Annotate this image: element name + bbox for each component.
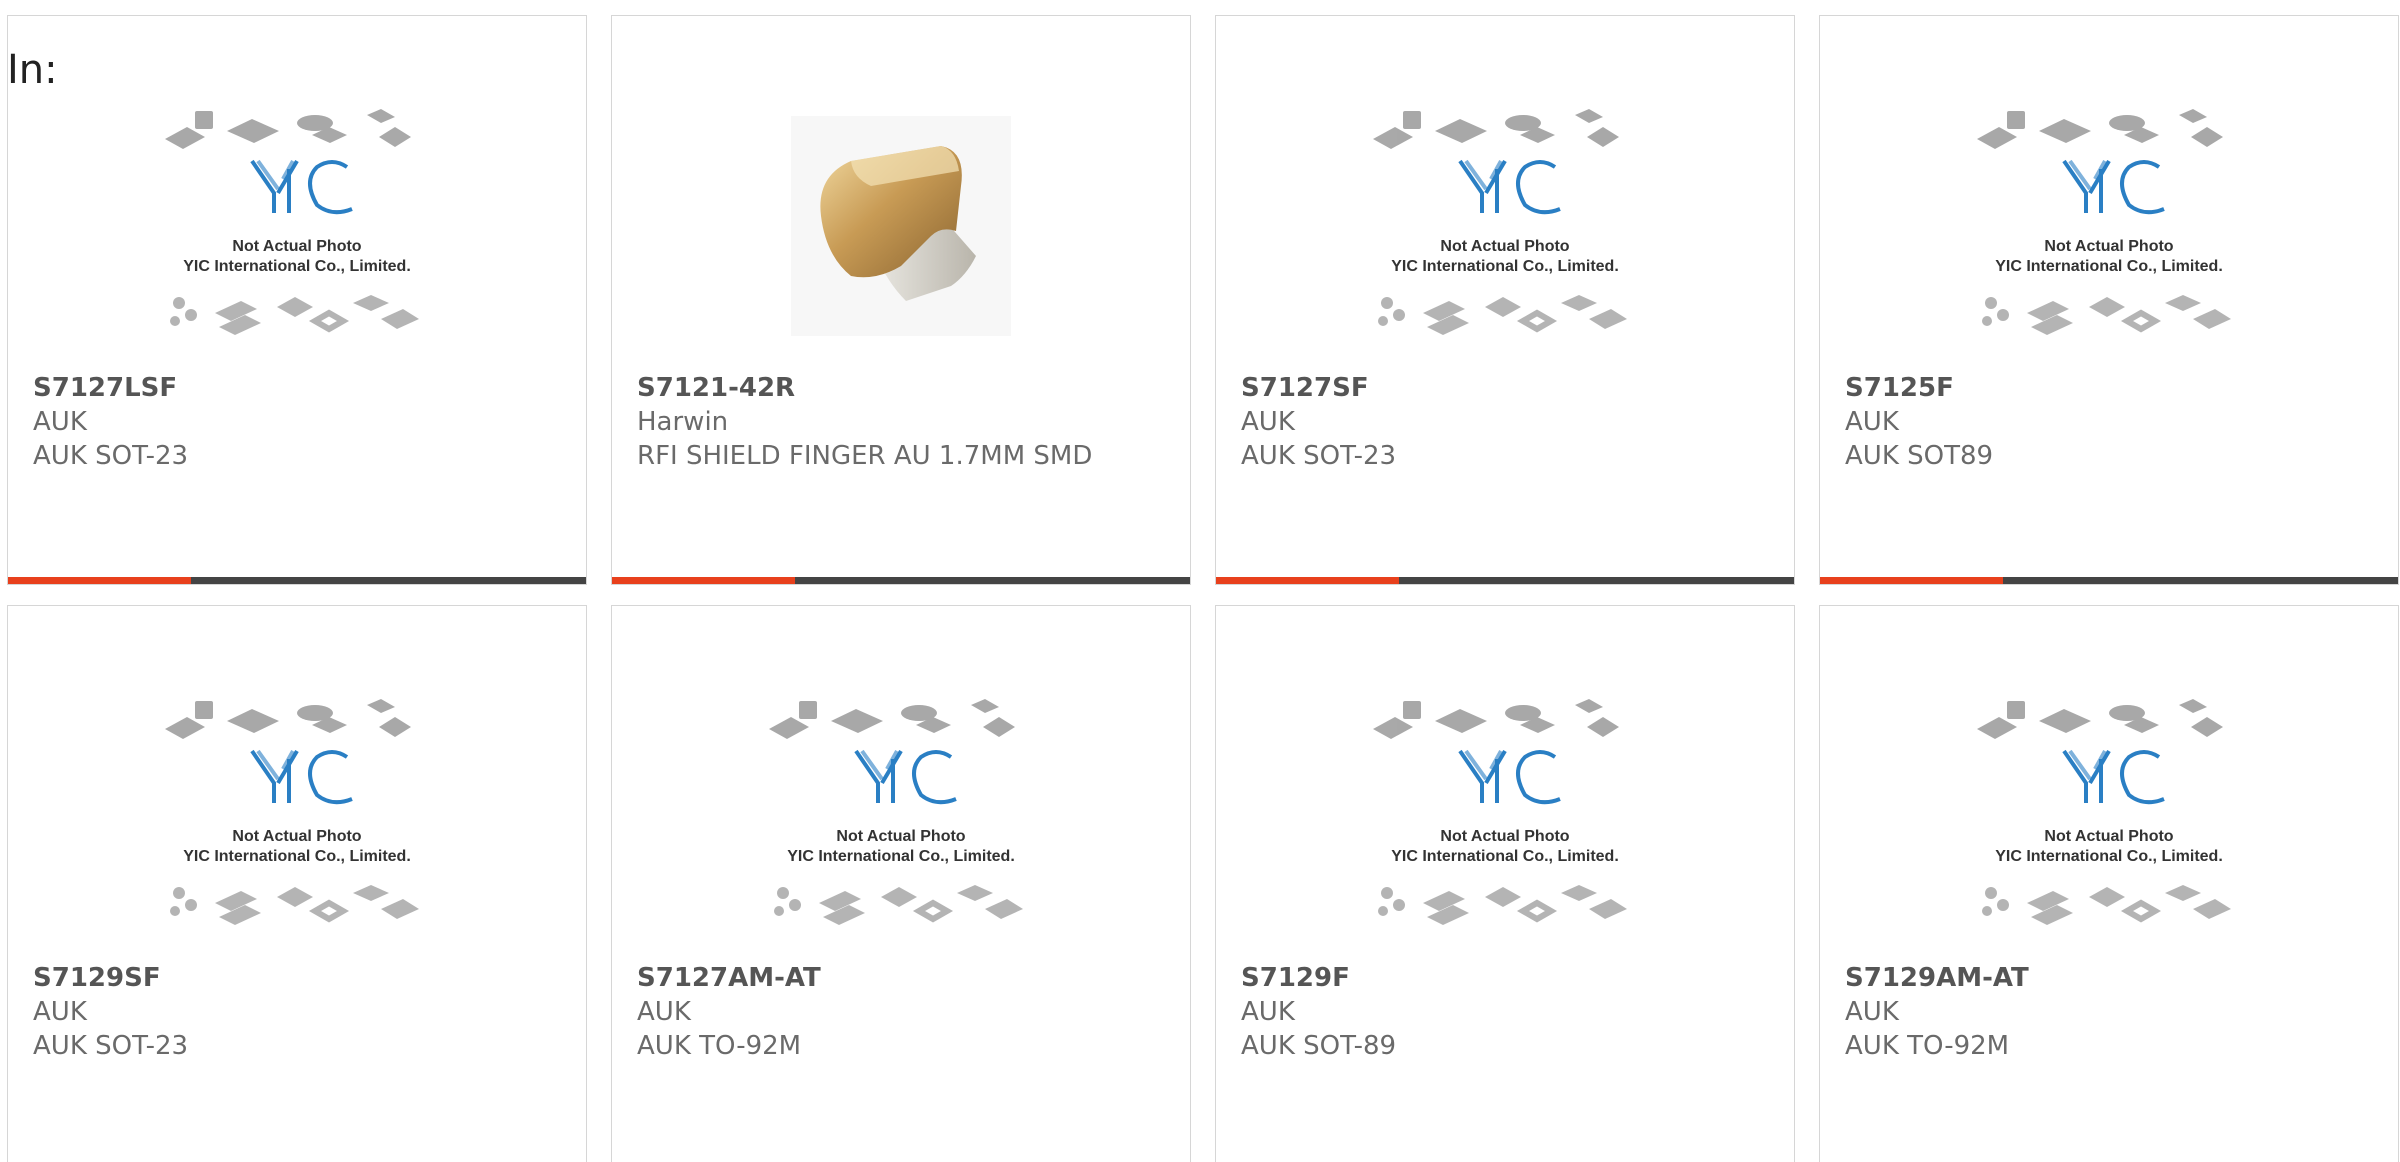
yic-logo-icon <box>250 159 353 215</box>
placeholder-caption: Not Actual Photo <box>1440 828 1569 845</box>
yic-placeholder-image: Not Actual Photo YIC International Co., … <box>165 109 419 335</box>
product-description: AUK SOT89 <box>1845 441 1994 471</box>
product-card[interactable]: Not Actual Photo YIC International Co., … <box>7 15 587 585</box>
card-accent-bar <box>1820 577 2003 584</box>
manufacturer-label: AUK <box>1845 407 1899 437</box>
product-description: AUK TO-92M <box>1845 1031 2010 1061</box>
product-info: S7127AM-AT AUK AUK TO-92M <box>637 961 1165 1063</box>
manufacturer-label: AUK <box>33 407 87 437</box>
placeholder-caption: YIC International Co., Limited. <box>183 848 411 865</box>
product-description: AUK SOT-23 <box>33 1031 189 1061</box>
manufacturer-label: AUK <box>33 997 87 1027</box>
product-description: AUK SOT-23 <box>33 441 189 471</box>
yic-placeholder-image: Not Actual Photo YIC International Co., … <box>769 699 1023 925</box>
yic-logo-icon <box>854 749 957 805</box>
search-prefix-label: In: <box>7 47 58 93</box>
product-thumbnail[interactable]: Not Actual Photo YIC International Co., … <box>8 86 586 366</box>
product-description: AUK SOT-89 <box>1241 1031 1397 1061</box>
product-thumbnail[interactable]: Not Actual Photo YIC International Co., … <box>1216 676 1794 956</box>
product-info: S7125F AUK AUK SOT89 <box>1845 371 2373 473</box>
card-bottom-bar <box>612 577 1190 584</box>
product-description: AUK TO-92M <box>637 1031 802 1061</box>
manufacturer-label: AUK <box>1241 407 1295 437</box>
product-card[interactable]: Not Actual Photo YIC International Co., … <box>1819 605 2399 1162</box>
product-info: S7129AM-AT AUK AUK TO-92M <box>1845 961 2373 1063</box>
yic-placeholder-image: Not Actual Photo YIC International Co., … <box>1373 699 1627 925</box>
placeholder-caption: Not Actual Photo <box>232 828 361 845</box>
manufacturer-label: AUK <box>1845 997 1899 1027</box>
part-number-link[interactable]: S7129AM-AT <box>1845 961 2373 995</box>
card-accent-bar <box>612 577 795 584</box>
manufacturer-label: AUK <box>1241 997 1295 1027</box>
product-card[interactable]: Not Actual Photo YIC International Co., … <box>611 605 1191 1162</box>
product-info: S7129F AUK AUK SOT-89 <box>1241 961 1769 1063</box>
placeholder-caption: Not Actual Photo <box>836 828 965 845</box>
manufacturer-label: AUK <box>637 997 691 1027</box>
product-grid-page: In: Not Actual Photo YIC International C… <box>0 0 2400 1162</box>
product-thumbnail[interactable]: Not Actual Photo YIC International Co., … <box>612 676 1190 956</box>
product-info: S7127SF AUK AUK SOT-23 <box>1241 371 1769 473</box>
card-accent-bar <box>8 577 191 584</box>
product-card[interactable]: Not Actual Photo YIC International Co., … <box>1819 15 2399 585</box>
part-number-link[interactable]: S7129F <box>1241 961 1769 995</box>
yic-placeholder-image: Not Actual Photo YIC International Co., … <box>1977 699 2231 925</box>
part-number-link[interactable]: S7125F <box>1845 371 2373 405</box>
yic-placeholder-image: Not Actual Photo YIC International Co., … <box>1373 109 1627 335</box>
placeholder-caption: Not Actual Photo <box>232 238 361 255</box>
placeholder-caption: Not Actual Photo <box>1440 238 1569 255</box>
yic-logo-icon <box>1458 749 1561 805</box>
card-bottom-bar <box>1216 577 1794 584</box>
yic-placeholder-image: Not Actual Photo YIC International Co., … <box>165 699 419 925</box>
placeholder-caption: YIC International Co., Limited. <box>1391 258 1619 275</box>
placeholder-caption: YIC International Co., Limited. <box>1995 848 2223 865</box>
product-info: S7121-42R Harwin RFI SHIELD FINGER AU 1.7M… <box>637 371 1165 473</box>
placeholder-caption: Not Actual Photo <box>2044 828 2173 845</box>
product-info: S7127LSF AUK AUK SOT-23 <box>33 371 561 473</box>
placeholder-caption: YIC International Co., Limited. <box>183 258 411 275</box>
product-thumbnail[interactable]: Not Actual Photo YIC International Co., … <box>1820 676 2398 956</box>
part-number-link[interactable]: S7129SF <box>33 961 561 995</box>
product-description: AUK SOT-23 <box>1241 441 1397 471</box>
yic-logo-icon <box>1458 159 1561 215</box>
product-info: S7129SF AUK AUK SOT-23 <box>33 961 561 1063</box>
yic-logo-icon <box>2062 749 2165 805</box>
card-accent-bar <box>1216 577 1399 584</box>
shield-finger-image <box>791 116 1011 336</box>
yic-placeholder-image: Not Actual Photo YIC International Co., … <box>1977 109 2231 335</box>
part-number-link[interactable]: S7127AM-AT <box>637 961 1165 995</box>
product-card[interactable]: Not Actual Photo YIC International Co., … <box>1215 605 1795 1162</box>
manufacturer-label: Harwin <box>637 407 729 437</box>
product-thumbnail[interactable]: Not Actual Photo YIC International Co., … <box>1216 86 1794 366</box>
part-number-link[interactable]: S7127SF <box>1241 371 1769 405</box>
product-description: RFI SHIELD FINGER AU 1.7MM SMD <box>637 441 1093 471</box>
card-bottom-bar <box>1820 577 2398 584</box>
part-number-link[interactable]: S7127LSF <box>33 371 561 405</box>
placeholder-caption: YIC International Co., Limited. <box>787 848 1015 865</box>
product-card[interactable]: S7121-42R Harwin RFI SHIELD FINGER AU 1.7M… <box>611 15 1191 585</box>
yic-logo-icon <box>250 749 353 805</box>
product-thumbnail[interactable]: Not Actual Photo YIC International Co., … <box>1820 86 2398 366</box>
product-thumbnail[interactable]: Not Actual Photo YIC International Co., … <box>8 676 586 956</box>
placeholder-caption: YIC International Co., Limited. <box>1995 258 2223 275</box>
product-card[interactable]: Not Actual Photo YIC International Co., … <box>7 605 587 1162</box>
part-number-link[interactable]: S7121-42R <box>637 371 1165 405</box>
card-bottom-bar <box>8 577 586 584</box>
placeholder-caption: YIC International Co., Limited. <box>1391 848 1619 865</box>
placeholder-caption: Not Actual Photo <box>2044 238 2173 255</box>
yic-logo-icon <box>2062 159 2165 215</box>
product-card[interactable]: Not Actual Photo YIC International Co., … <box>1215 15 1795 585</box>
product-thumbnail[interactable] <box>612 86 1190 366</box>
